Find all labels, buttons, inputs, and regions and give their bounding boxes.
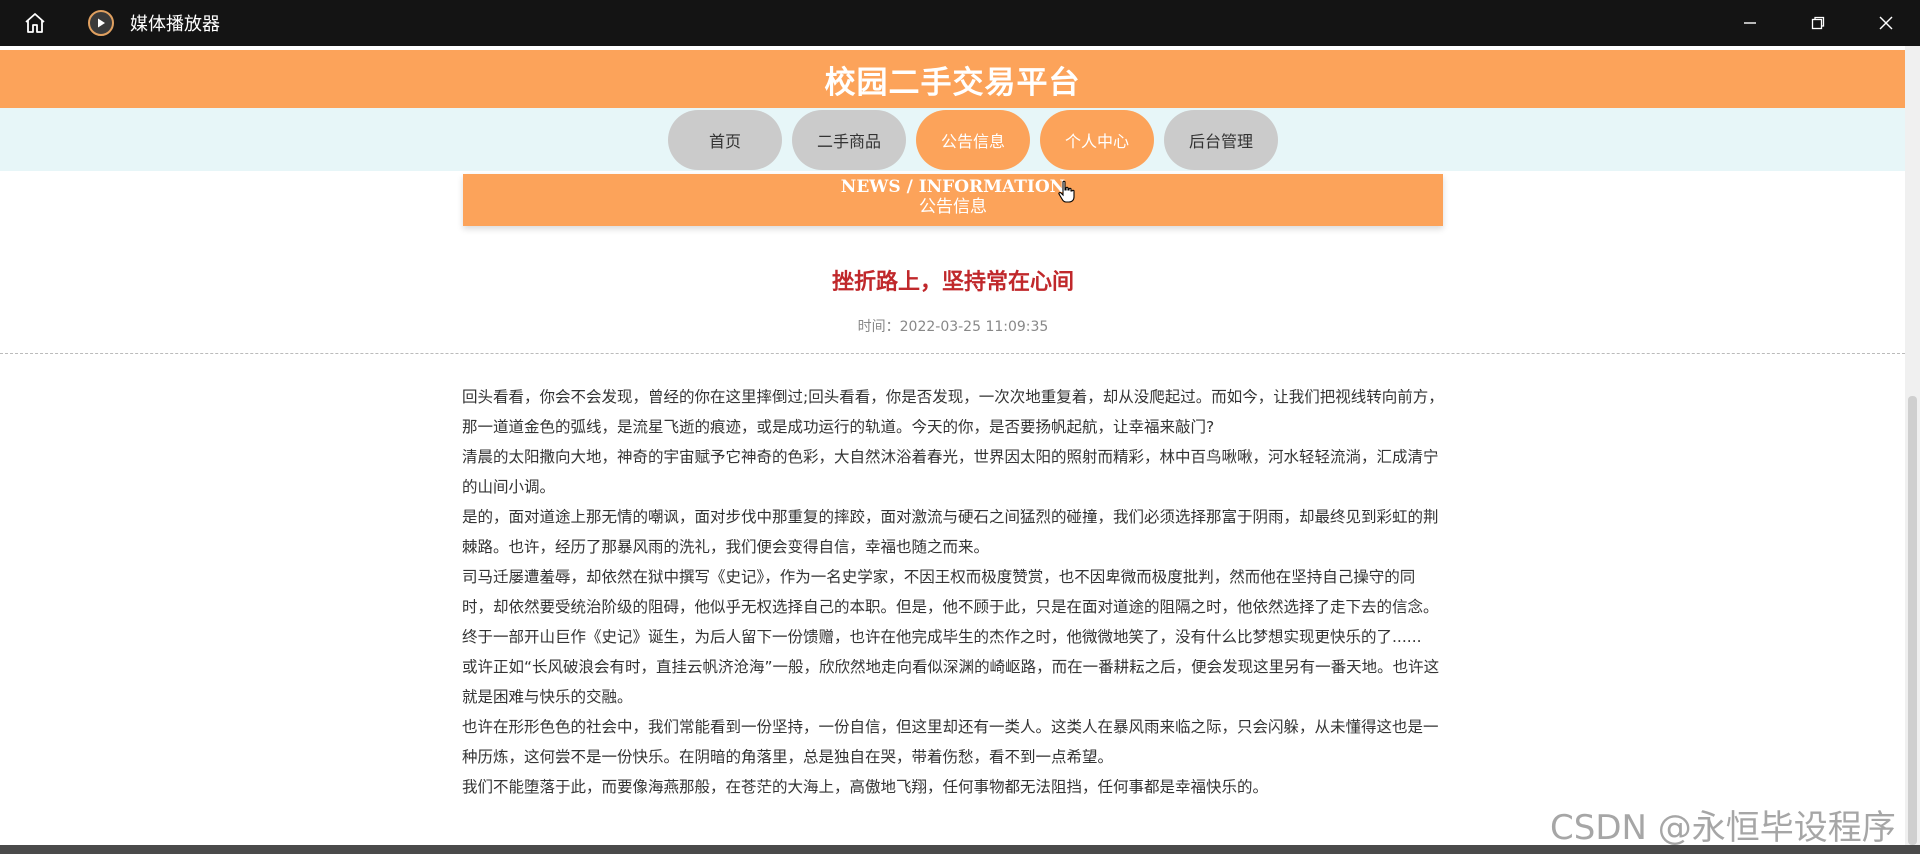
play-icon (88, 10, 114, 36)
nav-announcements[interactable]: 公告信息 (916, 110, 1030, 170)
banner-en-title: NEWS / INFORMATION (840, 177, 1066, 197)
nav-personal-center[interactable]: 个人中心 (1040, 110, 1154, 170)
site-title: 校园二手交易平台 (824, 64, 1081, 101)
article-time: 时间：2022-03-25 11:09:35 (857, 319, 1049, 335)
article-paragraph: 或许正如“长风破浪会有时，直挂云帆济沧海”一般，欣欣然地走向看似深渊的崎岖路，而… (462, 658, 1440, 706)
news-banner: NEWS / INFORMATION 公告信息 (463, 174, 1443, 226)
article-body: 回头看看，你会不会发现，曾经的你在这里摔倒过;回头看看，你是否发现，一次次地重复… (462, 382, 1446, 802)
restore-button[interactable] (1784, 0, 1852, 46)
close-icon (1879, 16, 1893, 30)
nav-admin[interactable]: 后台管理 (1164, 110, 1278, 170)
minimize-icon (1744, 22, 1756, 24)
main-nav: 首页 二手商品 公告信息 个人中心 后台管理 (668, 110, 1278, 170)
banner-cn-title: 公告信息 (919, 197, 987, 217)
page-scrollbar[interactable] (1905, 46, 1920, 845)
article-paragraph: 也许在形形色色的社会中，我们常能看到一份坚持，一份自信，但这里却还有一类人。这类… (462, 718, 1439, 766)
media-player-titlebar: 媒体播放器 (0, 0, 1920, 46)
nav-home[interactable]: 首页 (668, 110, 782, 170)
page-viewport: 校园二手交易平台 首页 二手商品 公告信息 个人中心 后台管理 NEWS / I… (0, 46, 1920, 845)
scrollbar-thumb[interactable] (1908, 396, 1917, 845)
article-paragraph: 我们不能堕落于此，而要像海燕那般，在苍茫的大海上，高傲地飞翔，任何事物都无法阻挡… (462, 778, 1269, 796)
article-paragraph: 清晨的太阳撒向大地，神奇的宇宙赋予它神奇的色彩，大自然沐浴着春光，世界因太阳的照… (462, 448, 1439, 496)
article-paragraph: 司马迁屡遭羞辱，却依然在狱中撰写《史记》，作为一名史学家，不因王权而极度赞赏，也… (462, 568, 1439, 646)
watermark-text: CSDN @永恒毕设程序 (1550, 808, 1896, 848)
article-title: 挫折路上，坚持常在心间 (831, 270, 1074, 295)
nav-goods[interactable]: 二手商品 (792, 110, 906, 170)
close-button[interactable] (1852, 0, 1920, 46)
window-title: 媒体播放器 (130, 14, 220, 35)
restore-icon (1811, 16, 1825, 30)
home-button[interactable] (0, 0, 70, 46)
article-paragraph: 回头看看，你会不会发现，曾经的你在这里摔倒过;回头看看，你是否发现，一次次地重复… (462, 388, 1444, 436)
hand-cursor-icon (1057, 180, 1075, 208)
site-header: 校园二手交易平台 (0, 50, 1905, 108)
divider (0, 353, 1905, 354)
home-icon (25, 13, 45, 33)
article-paragraph: 是的，面对道途上那无情的嘲讽，面对步伐中那重复的摔跤，面对激流与硬石之间猛烈的碰… (462, 508, 1439, 556)
minimize-button[interactable] (1716, 0, 1784, 46)
